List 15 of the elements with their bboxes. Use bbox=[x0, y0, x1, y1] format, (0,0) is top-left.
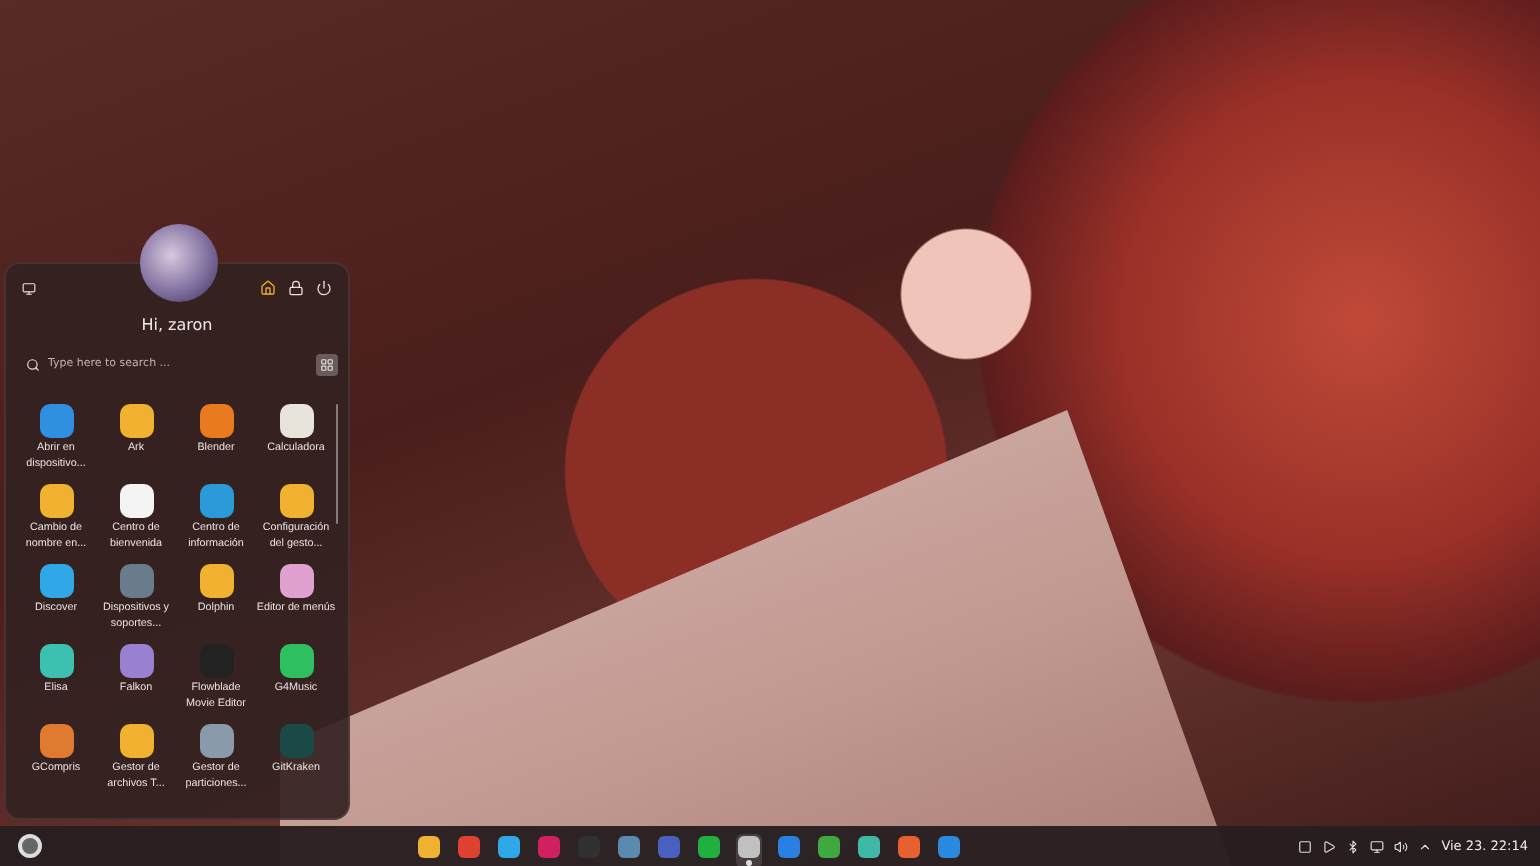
grid-view-button[interactable] bbox=[316, 353, 338, 375]
home-icon[interactable] bbox=[260, 280, 276, 296]
media-icon[interactable] bbox=[1321, 839, 1336, 853]
lock-icon[interactable] bbox=[288, 280, 304, 296]
avatar bbox=[140, 224, 218, 302]
expand-tray-icon[interactable] bbox=[1417, 839, 1432, 853]
scrollbar[interactable] bbox=[336, 404, 338, 524]
power-icon[interactable] bbox=[316, 280, 332, 296]
greeting: Hi, zaron bbox=[139, 314, 215, 338]
volume-icon[interactable] bbox=[1393, 839, 1408, 853]
search-icon bbox=[26, 357, 40, 371]
taskbar-app-button[interactable] bbox=[736, 834, 763, 866]
launcher-button[interactable] bbox=[18, 834, 42, 858]
bluetooth-icon[interactable] bbox=[1345, 839, 1360, 853]
display-icon[interactable] bbox=[1369, 839, 1384, 853]
